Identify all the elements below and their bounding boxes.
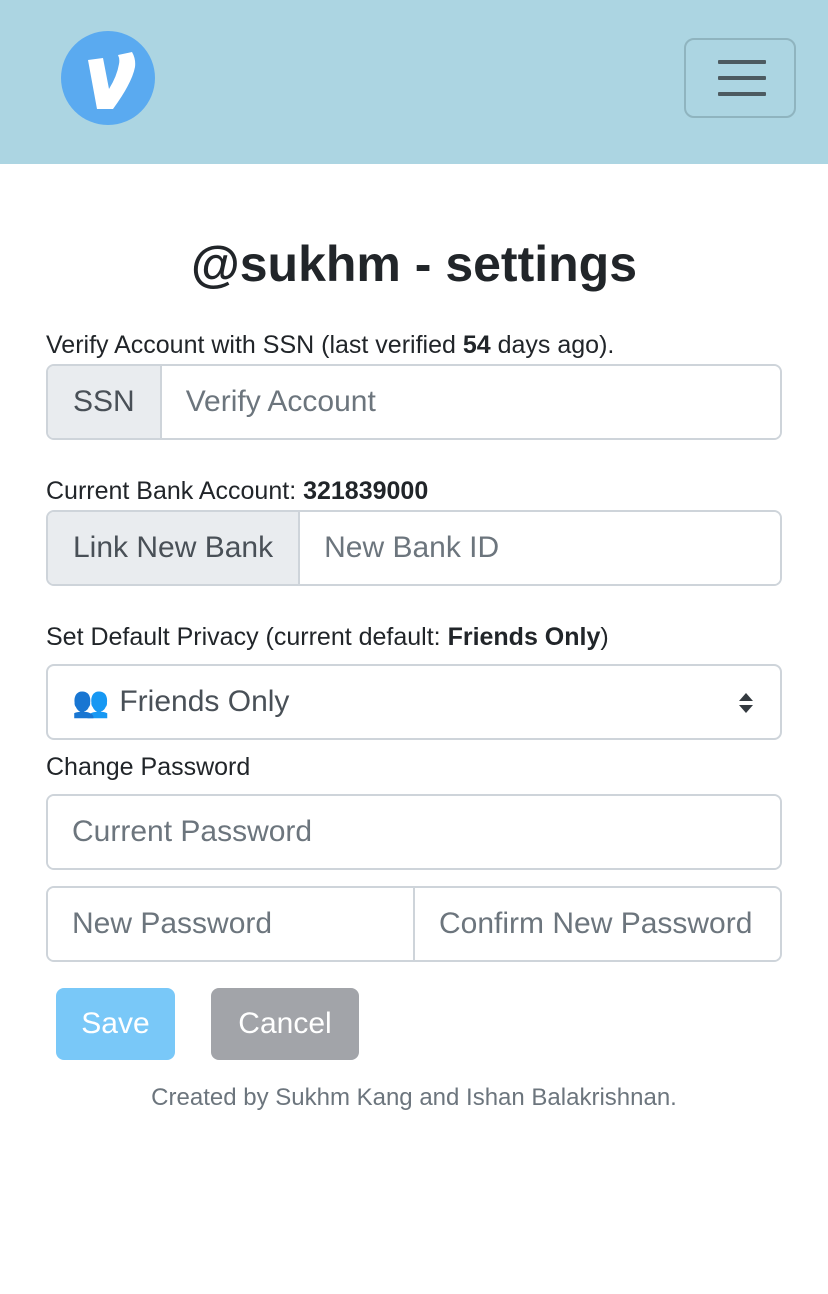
current-password-input[interactable]	[48, 796, 780, 868]
venmo-logo[interactable]	[61, 31, 155, 125]
bank-label: Current Bank Account: 321839000	[46, 475, 428, 507]
menu-button[interactable]	[684, 38, 796, 118]
bank-input-group: Link New Bank	[46, 510, 782, 586]
people-icon: 👥	[72, 685, 110, 719]
new-password-group	[46, 886, 782, 962]
venmo-v-icon	[88, 52, 136, 109]
new-bank-id-input[interactable]	[300, 512, 780, 584]
page-title: @sukhm - settings	[190, 236, 638, 292]
ssn-label-suffix: days ago).	[490, 331, 615, 359]
ssn-input[interactable]	[161, 366, 780, 438]
ssn-input-group: SSN	[46, 364, 782, 440]
password-label: Change Password	[46, 753, 251, 781]
privacy-current-value: Friends Only	[447, 623, 601, 651]
bank-account-number: 321839000	[303, 477, 429, 505]
ssn-days-value: 54	[462, 331, 491, 359]
current-password-group	[46, 794, 782, 870]
new-password-input[interactable]	[48, 888, 413, 960]
footer-credits: Created by Sukhm Kang and Ishan Balakris…	[151, 1084, 677, 1111]
navbar	[0, 0, 828, 164]
ssn-label-prefix: Verify Account with SSN (last verified	[46, 331, 463, 359]
privacy-label: Set Default Privacy (current default: Fr…	[46, 621, 609, 653]
privacy-label-suffix: )	[600, 623, 609, 651]
bank-label-prefix: Current Bank Account:	[46, 477, 304, 505]
privacy-select[interactable]: 👥 Friends Only	[46, 664, 782, 740]
save-button[interactable]: Save	[56, 988, 175, 1060]
cancel-button[interactable]: Cancel	[211, 988, 359, 1060]
privacy-selected-value: Friends Only	[119, 685, 290, 718]
select-caret-icon	[739, 693, 753, 713]
privacy-label-prefix: Set Default Privacy (current default:	[46, 623, 448, 651]
link-new-bank-addon: Link New Bank	[48, 512, 301, 584]
ssn-label: Verify Account with SSN (last verified 5…	[46, 329, 614, 361]
confirm-password-input[interactable]	[413, 888, 780, 960]
ssn-addon: SSN	[48, 366, 162, 438]
